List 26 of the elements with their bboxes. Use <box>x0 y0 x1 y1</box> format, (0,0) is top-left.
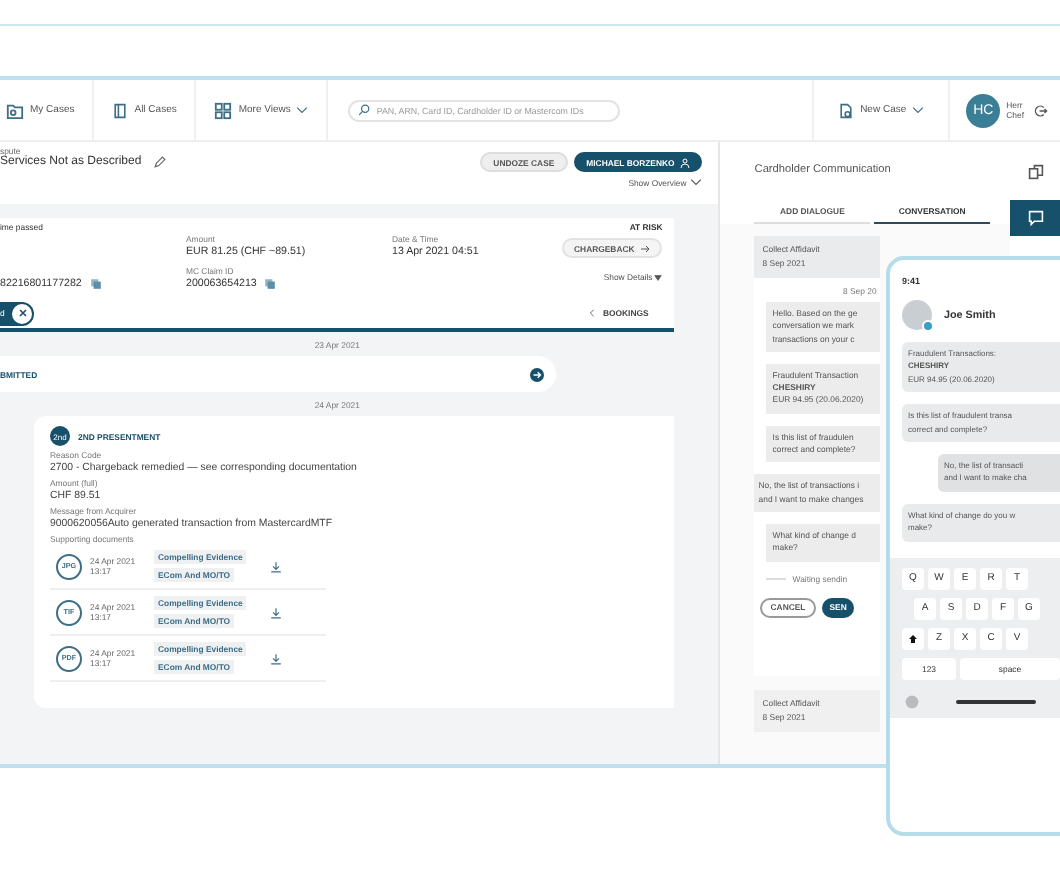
emoji-icon <box>904 693 920 710</box>
download-icon <box>270 559 282 573</box>
download-icon <box>270 605 282 619</box>
document-icon <box>838 101 855 119</box>
shift-key[interactable] <box>902 627 924 650</box>
copy-icon <box>264 277 277 289</box>
person-folder-icon <box>6 101 24 119</box>
sidebar-button[interactable] <box>1010 200 1060 236</box>
chevron-down-icon <box>296 104 309 116</box>
logout-icon <box>1034 103 1048 117</box>
triangle-down-icon <box>654 273 663 281</box>
download-icon <box>270 651 282 665</box>
pencil-icon <box>153 156 166 168</box>
chat-icon <box>1027 210 1043 226</box>
chevron-left-icon <box>588 308 597 318</box>
chevron-down-icon <box>912 104 925 116</box>
arrow-right-icon <box>530 367 544 381</box>
documents-icon <box>1027 164 1043 180</box>
user-icon <box>680 157 691 167</box>
copy-icon <box>89 277 102 289</box>
book-icon <box>112 101 129 119</box>
grid-icon <box>214 101 233 119</box>
arrow-right-icon <box>640 243 651 253</box>
chevron-down-icon <box>690 176 703 188</box>
shift-icon <box>908 633 918 644</box>
close-icon <box>17 308 28 318</box>
